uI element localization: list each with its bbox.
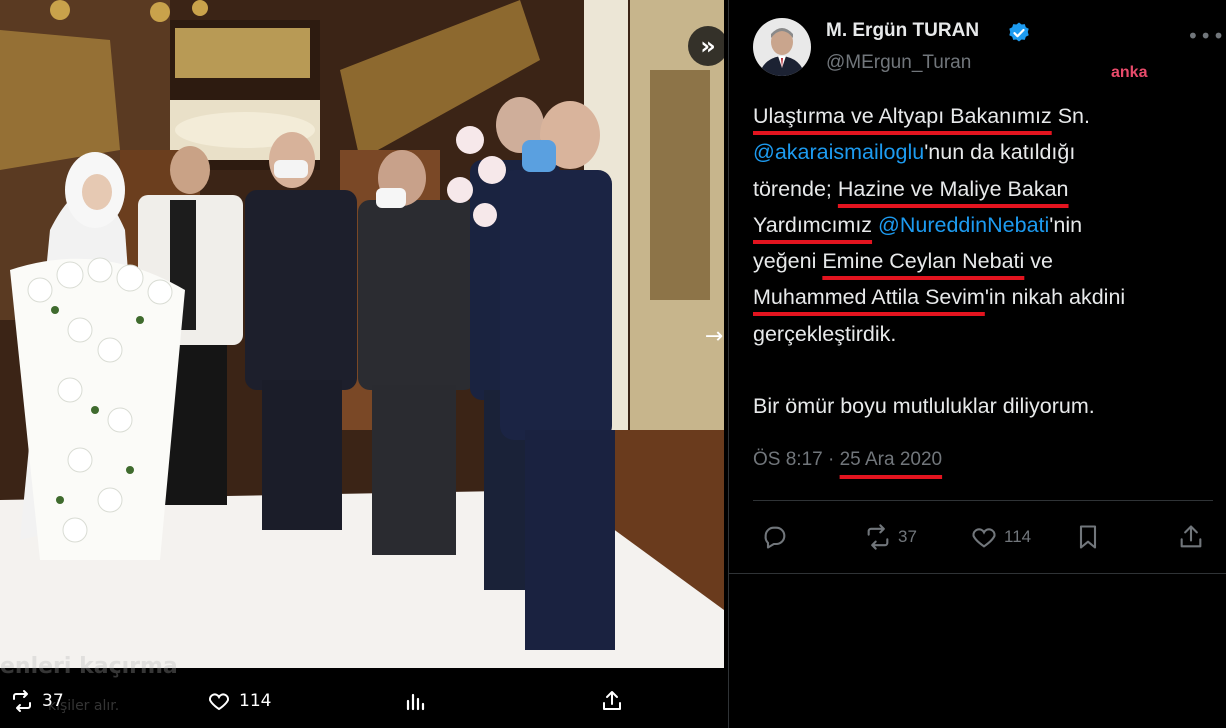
highlighted-text: Yardımcımız	[753, 212, 873, 237]
like-button[interactable]: 114	[970, 523, 1031, 551]
share-icon	[1180, 525, 1202, 548]
tweet-line: törende; Hazine ve Maliye Bakan	[753, 176, 1069, 201]
media-action-bar: 37 114	[0, 683, 724, 728]
tweet-time: ÖS 8:17	[753, 449, 823, 470]
retweet-button[interactable]: 37	[864, 523, 917, 551]
reply-icon	[764, 526, 786, 549]
highlighted-text: Ulaştırma ve Altyapı Bakanımız	[753, 104, 1052, 128]
verified-icon	[1009, 22, 1029, 42]
share-button[interactable]	[1177, 523, 1205, 551]
views-icon	[406, 693, 425, 711]
divider	[729, 573, 1226, 574]
media-share-button[interactable]	[600, 689, 624, 713]
more-icon[interactable]: •••	[1187, 24, 1225, 48]
media-retweet-count: 37	[42, 691, 64, 711]
media-retweet-button[interactable]: 37	[10, 689, 64, 713]
media-like-count: 114	[239, 691, 272, 711]
share-icon	[603, 691, 621, 710]
tweet-text: Ulaştırma ve Altyapı Bakanımız Sn. @akar…	[753, 98, 1213, 424]
highlighted-text: Muhammed Attila Sevim	[753, 285, 985, 310]
bookmark-icon	[1079, 525, 1097, 549]
author-name[interactable]: M. Ergün TURAN	[826, 20, 979, 42]
bookmark-button[interactable]	[1074, 523, 1102, 551]
retweet-icon	[867, 524, 889, 550]
divider	[753, 500, 1213, 501]
mention-link[interactable]: @NureddinNebati	[878, 213, 1049, 237]
author-handle[interactable]: @MErgun_Turan	[826, 52, 971, 74]
retweet-icon	[13, 690, 31, 712]
like-count: 114	[1004, 527, 1032, 546]
highlighted-text: Hazine ve Maliye Bakan	[837, 176, 1069, 201]
reply-button[interactable]	[761, 523, 789, 551]
tweet-line: yeğeni Emine Ceylan Nebati ve	[753, 249, 1053, 274]
tweet-line: Yardımcımız @NureddinNebati'nin	[753, 212, 1083, 237]
tweet-line: Ulaştırma ve Altyapı Bakanımız Sn.	[753, 104, 1090, 128]
like-icon	[208, 693, 230, 711]
tweet-line: Bir ömür boyu mutluluklar diliyorum.	[753, 394, 1095, 419]
retweet-count: 37	[898, 527, 917, 546]
media-views-button[interactable]	[404, 689, 428, 713]
anka-watermark: anka	[1111, 64, 1148, 81]
tweet-timestamp[interactable]: ÖS 8:17 · 25 Ara 2020	[753, 449, 942, 471]
tweet-panel: M. Ergün TURAN @MErgun_Turan ••• anka Ul…	[728, 0, 1226, 728]
tweet-line: @akaraismailoglu'nun da katıldığı	[753, 140, 1076, 165]
tweet-line: gerçekleştirdik.	[753, 321, 897, 346]
faded-caption: enleri kaçırma	[0, 654, 178, 679]
wedding-photo[interactable]	[0, 0, 724, 668]
like-icon	[972, 528, 996, 548]
media-like-button[interactable]: 114	[207, 689, 271, 713]
mention-link[interactable]: @akaraismailoglu	[753, 140, 924, 164]
tweet-date: 25 Ara 2020	[839, 449, 943, 470]
expand-icon[interactable]: »	[688, 26, 724, 66]
highlighted-text: Emine Ceylan Nebati	[822, 249, 1025, 274]
tweet-line: Muhammed Attila Sevim'in nikah akdini	[753, 285, 1126, 310]
media-viewer: » → enleri kaçırma kişiler alır. 37 114	[0, 0, 724, 728]
avatar[interactable]	[753, 18, 811, 76]
